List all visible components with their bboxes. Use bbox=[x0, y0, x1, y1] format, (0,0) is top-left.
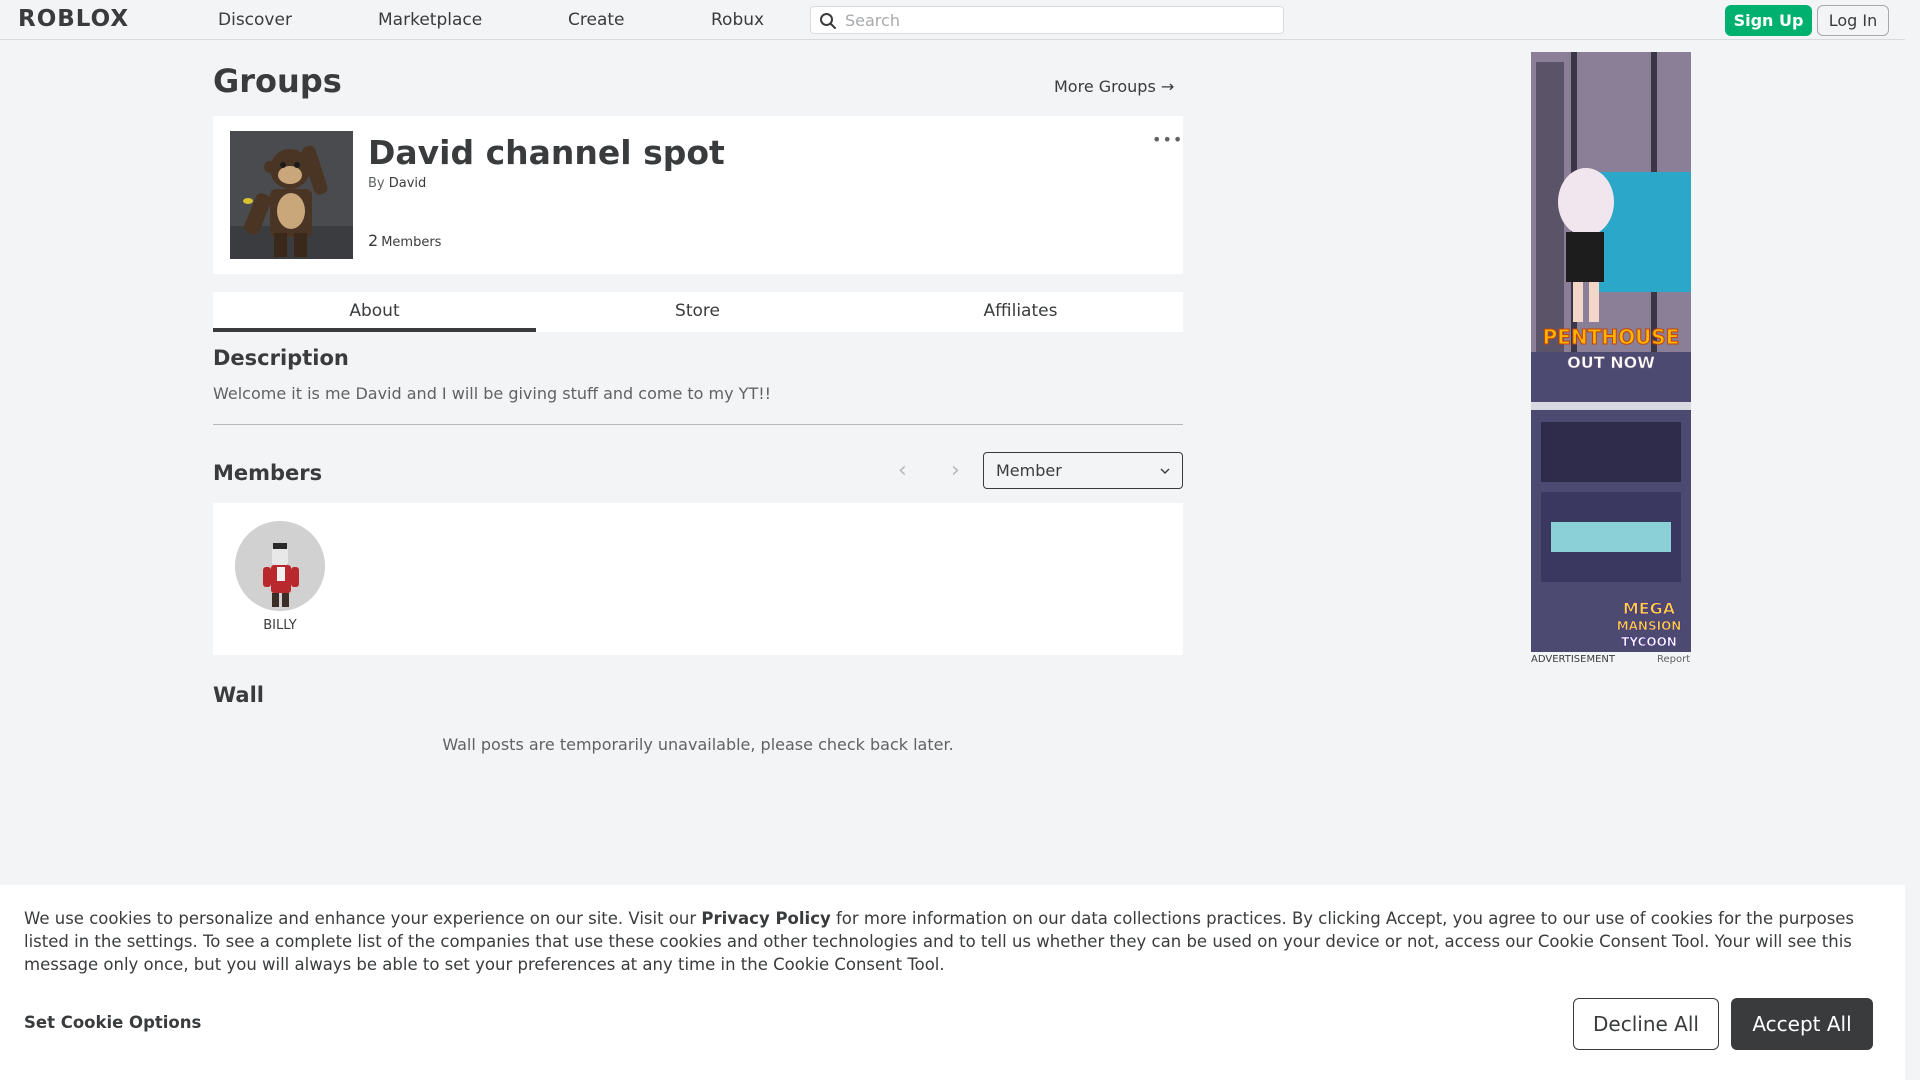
by-label: By bbox=[368, 176, 385, 191]
search-icon[interactable] bbox=[819, 12, 837, 30]
member-count: 2 Members bbox=[368, 231, 441, 250]
role-dropdown[interactable]: Member bbox=[983, 452, 1183, 489]
page-title: Groups bbox=[213, 62, 342, 100]
accept-all-button[interactable]: Accept All bbox=[1731, 998, 1873, 1050]
cookie-text-before: We use cookies to personalize and enhanc… bbox=[24, 909, 702, 928]
nav-marketplace[interactable]: Marketplace bbox=[378, 10, 482, 30]
cookie-message: We use cookies to personalize and enhanc… bbox=[24, 907, 1884, 976]
member-count-label: Members bbox=[381, 235, 442, 250]
wall-heading: Wall bbox=[213, 683, 264, 707]
ad-brand-1: MEGA bbox=[1623, 599, 1676, 618]
member-avatar[interactable] bbox=[235, 521, 325, 611]
top-navigation-bar: ROBLOX Discover Marketplace Create Robux… bbox=[0, 0, 1920, 40]
log-in-button[interactable]: Log In bbox=[1817, 5, 1889, 36]
ad-brand-3: TYCOON bbox=[1621, 635, 1677, 649]
role-dropdown-value: Member bbox=[996, 461, 1062, 480]
search-box bbox=[810, 6, 1284, 34]
description-text: Welcome it is me David and I will be giv… bbox=[213, 384, 772, 403]
next-page-icon[interactable]: › bbox=[951, 458, 960, 483]
description-heading: Description bbox=[213, 346, 349, 370]
set-cookie-options-link[interactable]: Set Cookie Options bbox=[24, 1013, 201, 1032]
advertisement-label: ADVERTISEMENT bbox=[1531, 654, 1616, 665]
member-name[interactable]: BILLY bbox=[228, 618, 332, 633]
roblox-logo[interactable]: ROBLOX bbox=[18, 6, 129, 32]
nav-robux[interactable]: Robux bbox=[711, 10, 764, 30]
more-options-icon[interactable]: ••• bbox=[1152, 130, 1183, 149]
group-owner-link[interactable]: David bbox=[389, 176, 427, 191]
nav-create[interactable]: Create bbox=[568, 10, 625, 30]
tab-affiliates[interactable]: Affiliates bbox=[859, 292, 1182, 332]
cookie-consent-banner: We use cookies to personalize and enhanc… bbox=[0, 885, 1905, 1080]
search-input[interactable] bbox=[845, 10, 1265, 30]
wall-unavailable-message: Wall posts are temporarily unavailable, … bbox=[442, 735, 954, 754]
members-heading: Members bbox=[213, 461, 323, 485]
ad-brand-2: MANSION bbox=[1617, 619, 1682, 633]
member-count-value: 2 bbox=[368, 231, 379, 250]
ad-headline-1: PENTHOUSE bbox=[1543, 325, 1680, 349]
tab-about[interactable]: About bbox=[213, 292, 536, 332]
group-owner-line: By David bbox=[368, 176, 426, 191]
more-groups-link[interactable]: More Groups → bbox=[1054, 77, 1174, 96]
sign-up-button[interactable]: Sign Up bbox=[1725, 5, 1812, 36]
member-avatar-image bbox=[235, 521, 325, 611]
group-header-card: David channel spot By David 2 Members ••• bbox=[213, 116, 1183, 274]
ad-report-link[interactable]: Report bbox=[1657, 654, 1690, 665]
nav-discover[interactable]: Discover bbox=[218, 10, 292, 30]
tab-store[interactable]: Store bbox=[536, 292, 859, 332]
members-list: BILLY bbox=[213, 503, 1183, 655]
ad-headline-2: OUT NOW bbox=[1567, 353, 1655, 372]
group-tabs: About Store Affiliates bbox=[213, 292, 1183, 332]
chevron-down-icon bbox=[1160, 468, 1170, 474]
monkey-avatar-image bbox=[230, 131, 353, 259]
previous-page-icon[interactable]: ‹ bbox=[898, 458, 907, 483]
section-divider bbox=[213, 424, 1183, 425]
ad-image: PENTHOUSE OUT NOW MEGA MANSION TYCOON bbox=[1531, 52, 1691, 652]
group-name: David channel spot bbox=[368, 133, 725, 172]
decline-all-button[interactable]: Decline All bbox=[1573, 998, 1719, 1050]
advertisement-banner[interactable]: PENTHOUSE OUT NOW MEGA MANSION TYCOON bbox=[1531, 52, 1691, 652]
privacy-policy-link[interactable]: Privacy Policy bbox=[701, 909, 830, 928]
group-emblem-image bbox=[230, 131, 353, 259]
page-scrollbar[interactable] bbox=[1905, 0, 1920, 1080]
